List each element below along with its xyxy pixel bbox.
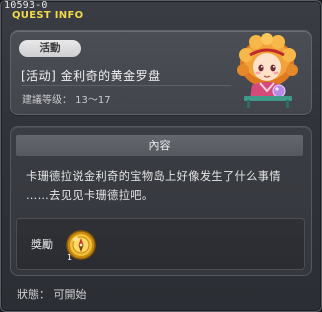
- quest-title: [活动] 金利奇的黄金罗盘: [21, 69, 161, 83]
- category-badge: 活動: [19, 40, 81, 57]
- divider: [21, 85, 231, 86]
- recommended-level: 建議等级： 13～17: [22, 95, 111, 106]
- quest-description: 卡珊德拉说金利奇的宝物岛上好像发生了什么事情 ……去见见卡珊德拉吧。: [26, 167, 306, 205]
- description-line: ……去见见卡珊德拉吧。: [26, 189, 154, 202]
- content-header: 內容: [16, 135, 303, 156]
- reward-quantity: 1: [67, 253, 72, 262]
- description-line: 卡珊德拉说金利奇的宝物岛上好像发生了什么事情: [26, 170, 281, 183]
- window-title: QUEST INFO: [12, 10, 84, 21]
- reward-label: 獎勵: [31, 238, 53, 251]
- gold-compass-icon[interactable]: 1: [63, 227, 99, 263]
- reward-box: [16, 218, 305, 270]
- quest-status: 狀態： 可開始: [17, 288, 87, 301]
- npc-portrait: [237, 33, 298, 108]
